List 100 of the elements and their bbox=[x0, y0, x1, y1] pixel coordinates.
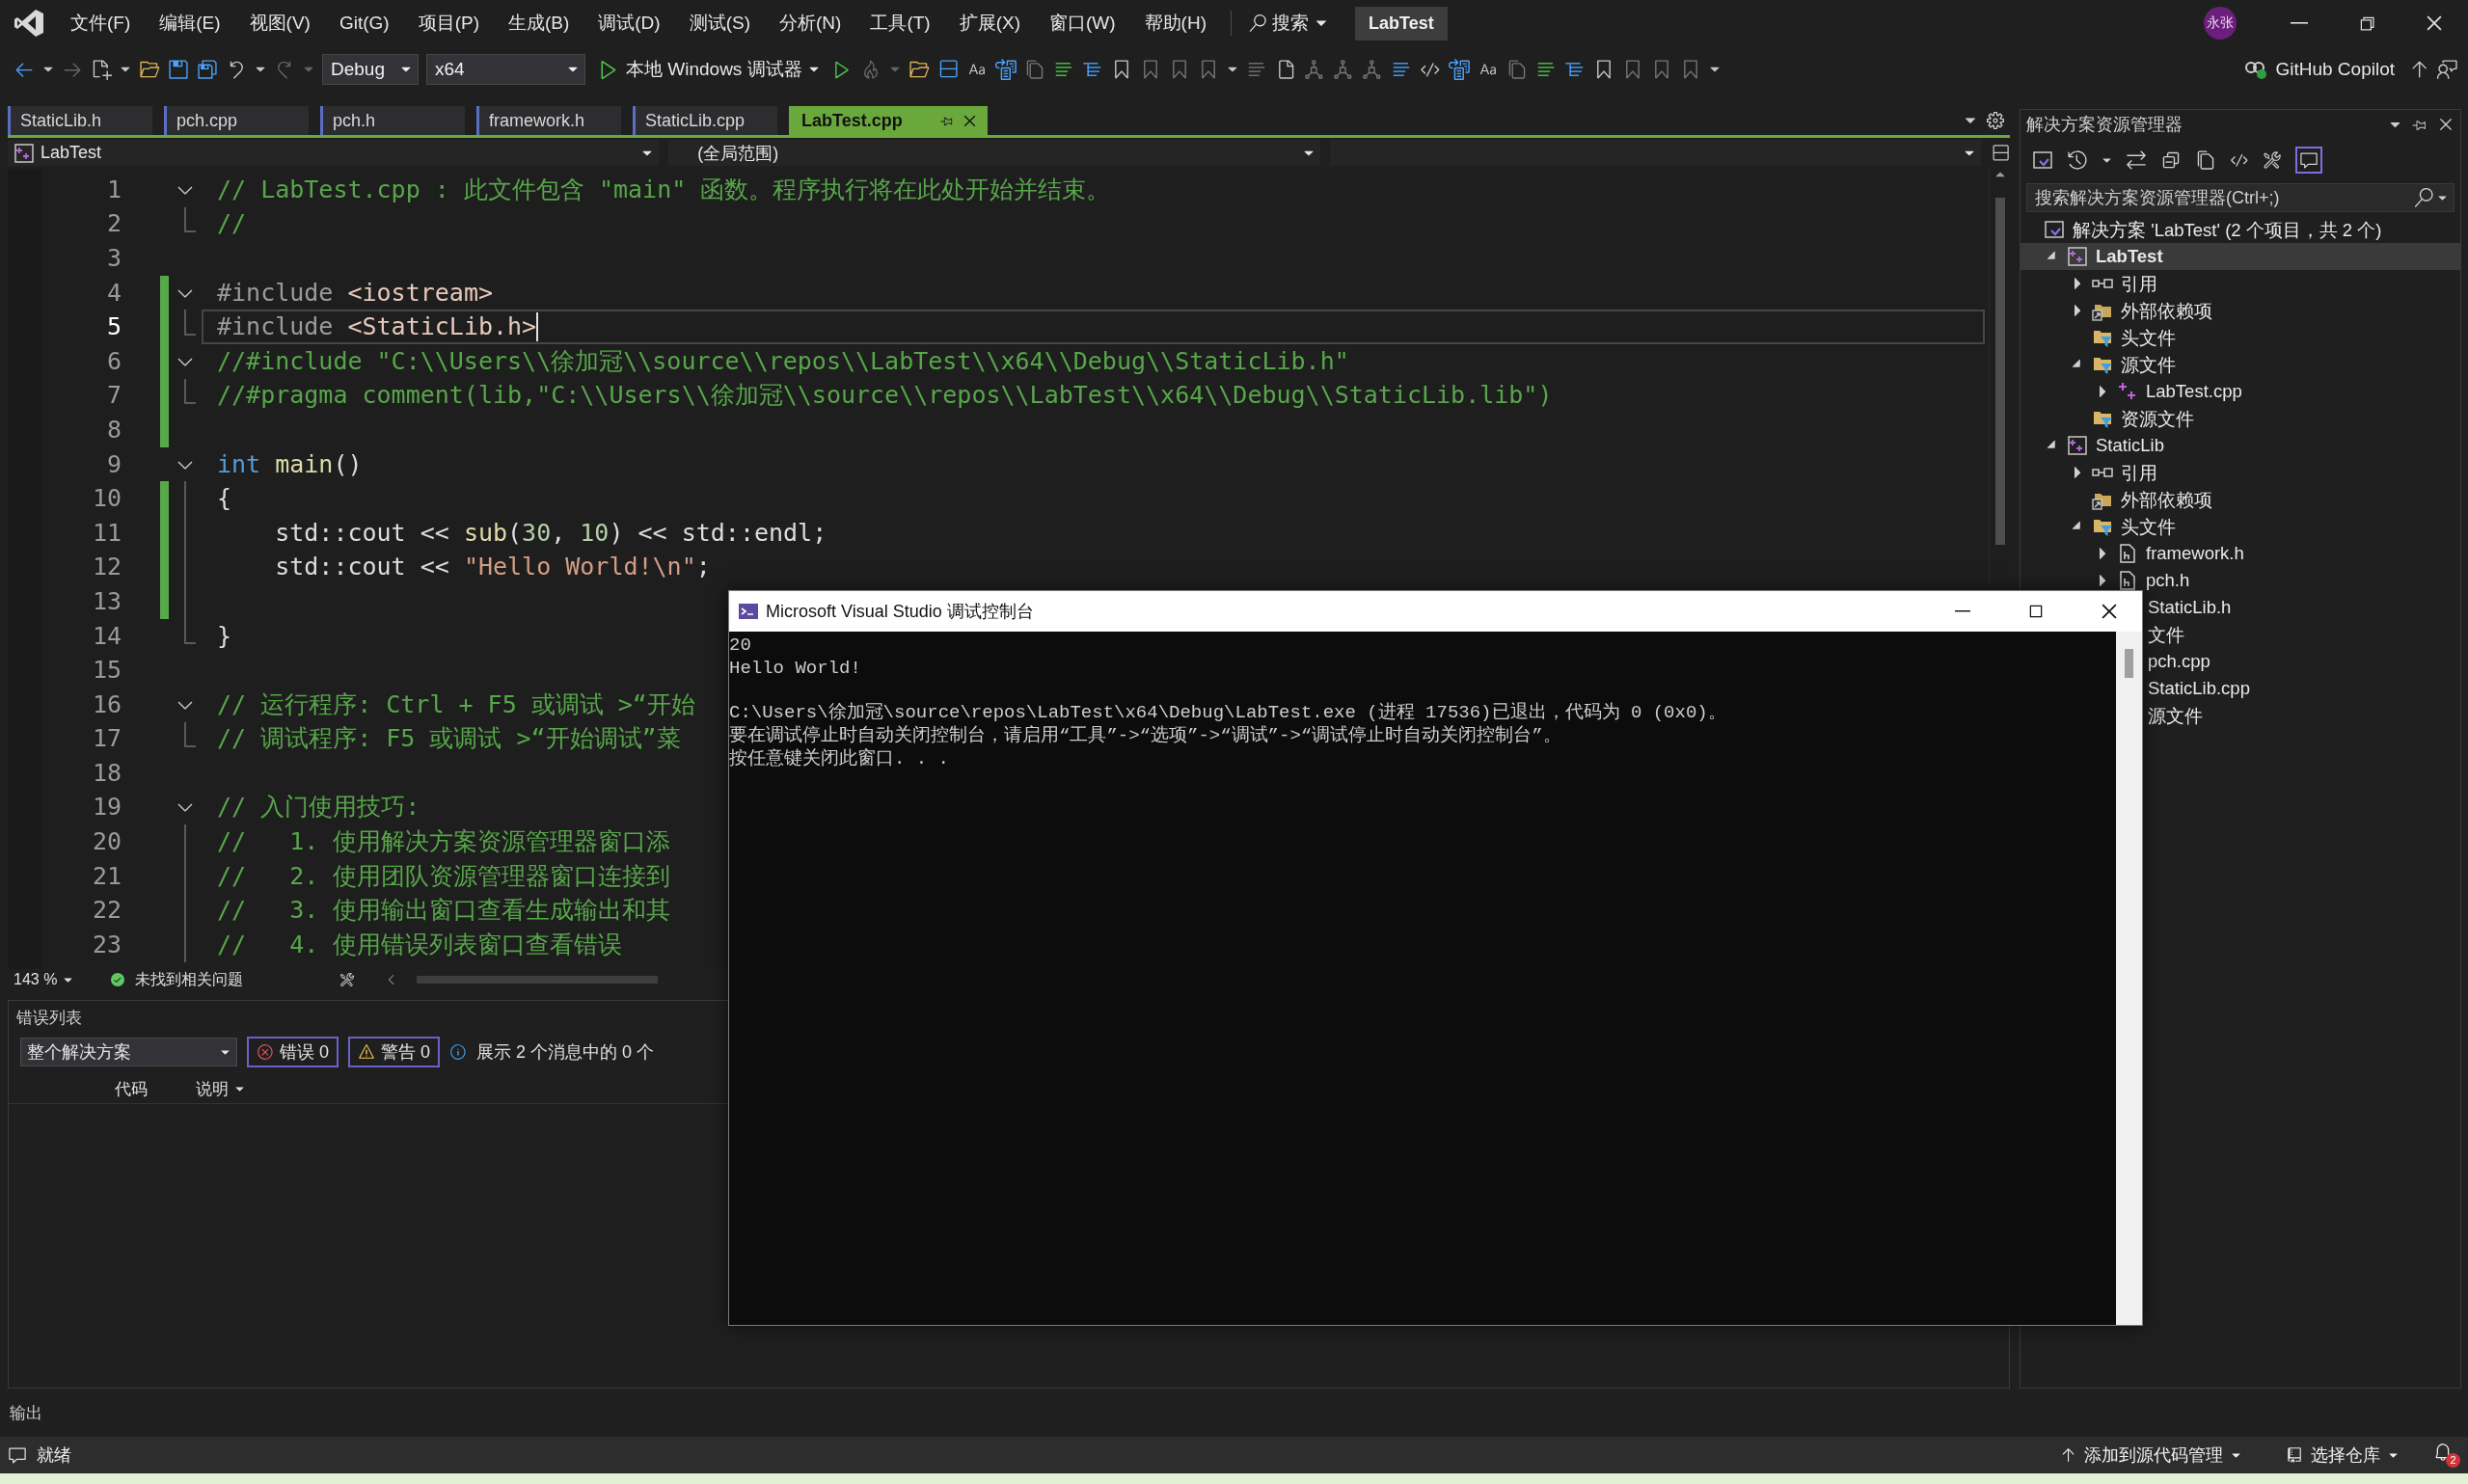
menu-item[interactable]: 分析(N) bbox=[765, 7, 856, 40]
repository-icon bbox=[2286, 1446, 2303, 1464]
project-icon bbox=[14, 142, 35, 164]
tree-item[interactable]: 资源文件 bbox=[2121, 406, 2194, 431]
errors-filter-button[interactable]: 错误 0 bbox=[247, 1037, 339, 1067]
save-icon[interactable] bbox=[168, 59, 189, 80]
document-tab[interactable]: StaticLib.h bbox=[8, 106, 152, 135]
new-item-icon[interactable] bbox=[91, 59, 112, 80]
close-icon[interactable] bbox=[2437, 116, 2454, 133]
document-tab[interactable]: framework.h bbox=[476, 106, 621, 135]
menu-item[interactable]: 帮助(H) bbox=[1129, 7, 1221, 40]
menu-item[interactable]: 文件(F) bbox=[56, 7, 146, 40]
menu-item[interactable]: 窗口(W) bbox=[1035, 7, 1130, 40]
repository-button[interactable]: 选择仓库 bbox=[2280, 1443, 2404, 1468]
tree-item[interactable]: 头文件 bbox=[2121, 325, 2176, 350]
code-line: #include <StaticLib.h> bbox=[217, 311, 537, 343]
copilot-button[interactable]: GitHub Copilot bbox=[2238, 58, 2400, 81]
issues-status: 未找到相关问题 bbox=[135, 969, 243, 989]
code-line: } bbox=[217, 620, 232, 652]
sync-icon[interactable] bbox=[2126, 149, 2147, 171]
source-control-button[interactable]: 添加到源代码管理 bbox=[2053, 1443, 2247, 1468]
tree-item[interactable]: framework.h bbox=[2146, 543, 2244, 564]
notifications-button[interactable]: 2 bbox=[2433, 1443, 2460, 1468]
preview-toggle[interactable] bbox=[2295, 147, 2322, 174]
menu-item[interactable]: 编辑(E) bbox=[145, 7, 235, 40]
save-all-icon[interactable] bbox=[197, 59, 218, 80]
history-icon[interactable] bbox=[2067, 149, 2088, 171]
line-number: 23 bbox=[91, 929, 122, 960]
menu-item[interactable]: 扩展(X) bbox=[944, 7, 1035, 40]
wrench-icon[interactable] bbox=[2263, 150, 2282, 170]
menu-item[interactable]: 测试(S) bbox=[674, 7, 765, 40]
start-debugging-button[interactable]: 本地 Windows 调试器 bbox=[593, 57, 824, 82]
horizontal-scrollbar[interactable] bbox=[417, 976, 658, 984]
tree-item[interactable]: 解决方案 'LabTest' (2 个项目，共 2 个) bbox=[2073, 217, 2382, 242]
menu-item[interactable]: Git(G) bbox=[324, 9, 404, 38]
document-tab[interactable]: pch.h bbox=[320, 106, 465, 135]
tree-item[interactable]: LabTest bbox=[2096, 246, 2163, 267]
solution-name: LabTest bbox=[1355, 6, 1448, 40]
settings-icon[interactable] bbox=[1987, 112, 2004, 129]
tree-item[interactable]: 引用 bbox=[2121, 271, 2157, 296]
tree-item[interactable]: 文件 bbox=[2148, 622, 2184, 647]
tree-item[interactable]: 外部依赖项 bbox=[2121, 487, 2212, 512]
menu-item[interactable]: 工具(T) bbox=[855, 7, 945, 40]
tree-item[interactable]: pch.cpp bbox=[2148, 651, 2210, 672]
tree-item[interactable]: StaticLib bbox=[2096, 435, 2164, 456]
column-header[interactable]: 代码 bbox=[115, 1078, 173, 1100]
line-number: 3 bbox=[105, 243, 122, 274]
tree-item[interactable]: 头文件 bbox=[2121, 514, 2176, 539]
code-line: // LabTest.cpp : 此文件包含 "main" 函数。程序执行将在此处开始并结束。 bbox=[217, 174, 1111, 205]
code-line: // 4. 使用错误列表窗口查看错误 bbox=[217, 929, 623, 960]
menu-item[interactable]: 调试(D) bbox=[583, 7, 675, 40]
copy-icon[interactable] bbox=[2195, 149, 2216, 171]
tree-item[interactable]: LabTest.cpp bbox=[2146, 381, 2242, 402]
menu-item[interactable]: 视图(V) bbox=[234, 7, 325, 40]
tree-item[interactable]: StaticLib.h bbox=[2148, 597, 2232, 618]
avatar[interactable]: 永张 bbox=[2204, 7, 2237, 40]
code-line: // 3. 使用输出窗口查看生成输出和其 bbox=[217, 895, 671, 927]
check-icon bbox=[110, 972, 125, 987]
menu-item[interactable]: 项目(P) bbox=[403, 7, 494, 40]
line-number: 9 bbox=[105, 448, 122, 480]
platform-dropdown[interactable]: x64 bbox=[426, 54, 585, 85]
tree-item[interactable]: 引用 bbox=[2121, 460, 2157, 485]
hierarchy-icon[interactable] bbox=[1303, 59, 1325, 80]
zoom-dropdown[interactable]: 143 % bbox=[14, 971, 100, 988]
scope-dropdown[interactable]: (全局范围) bbox=[668, 140, 1320, 166]
tree-item[interactable]: StaticLib.cpp bbox=[2148, 678, 2250, 699]
line-number: 21 bbox=[91, 860, 122, 892]
project-dropdown[interactable]: LabTest bbox=[8, 140, 660, 166]
code-line: // 2. 使用团队资源管理器窗口连接到 bbox=[217, 860, 671, 892]
document-tab[interactable]: pch.cpp bbox=[164, 106, 309, 135]
column-header[interactable]: 说明 bbox=[196, 1078, 254, 1100]
scope-dropdown[interactable]: 整个解决方案 bbox=[20, 1038, 237, 1066]
split-icon[interactable] bbox=[1991, 143, 2010, 163]
message-icon bbox=[8, 1445, 27, 1465]
open-folder-icon[interactable] bbox=[139, 59, 160, 80]
menu-item[interactable]: 生成(B) bbox=[493, 7, 584, 40]
panel-title: 错误列表 bbox=[15, 1008, 83, 1029]
messages-filter[interactable]: 展示 2 个消息中的 0 个 bbox=[476, 1040, 655, 1064]
tree-item[interactable]: 外部依赖项 bbox=[2121, 298, 2212, 323]
line-number: 17 bbox=[91, 723, 122, 755]
tree-item[interactable]: pch.h bbox=[2146, 570, 2190, 591]
hierarchy-icon[interactable] bbox=[1361, 59, 1383, 80]
search-button[interactable]: 搜索 bbox=[1241, 7, 1336, 40]
tree-item[interactable]: 源文件 bbox=[2121, 352, 2176, 377]
document-tab[interactable]: LabTest.cpp bbox=[789, 106, 988, 135]
tree-item[interactable]: 源文件 bbox=[2148, 703, 2203, 728]
vertical-scrollbar[interactable] bbox=[2116, 632, 2142, 1325]
info-icon bbox=[449, 1043, 468, 1061]
line-number: 8 bbox=[105, 414, 122, 445]
warnings-filter-button[interactable]: 警告 0 bbox=[348, 1037, 441, 1067]
collapse-icon[interactable] bbox=[2160, 149, 2182, 171]
output-tab[interactable]: 输出 bbox=[8, 1401, 42, 1424]
document-tab[interactable]: StaticLib.cpp bbox=[633, 106, 777, 135]
configuration-dropdown[interactable]: Debug bbox=[322, 54, 419, 85]
hierarchy-icon[interactable] bbox=[1332, 59, 1354, 80]
feedback-icon[interactable] bbox=[2437, 59, 2458, 80]
search-field[interactable]: 搜索解决方案资源管理器(Ctrl+;) bbox=[2026, 183, 2454, 212]
code-line: // 1. 使用解决方案资源管理器窗口添 bbox=[217, 826, 671, 858]
console-output-line: 20 bbox=[729, 634, 751, 657]
line-number: 2 bbox=[105, 208, 122, 240]
